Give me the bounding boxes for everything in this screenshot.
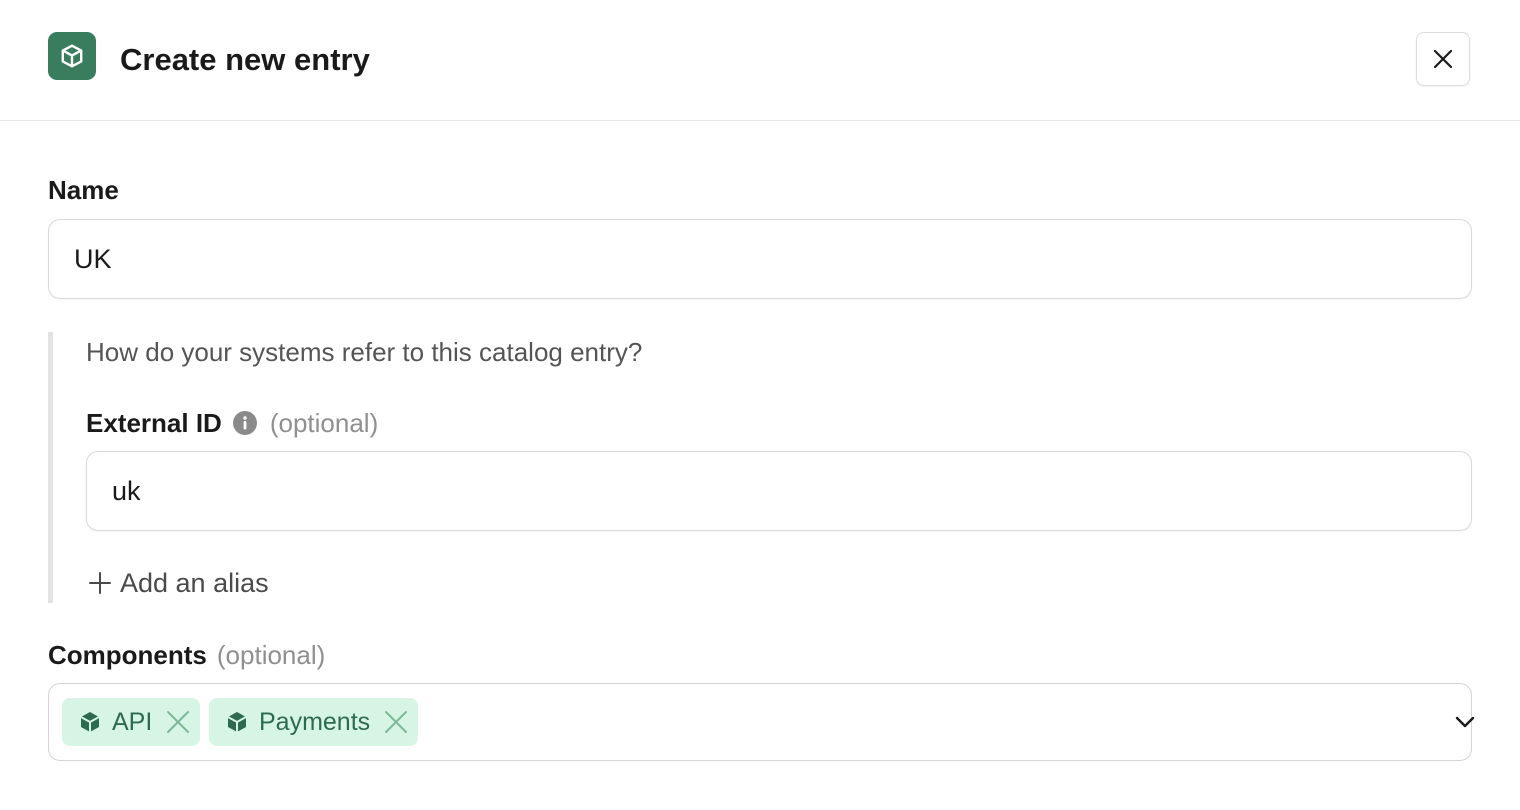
external-id-optional: (optional) bbox=[269, 408, 379, 438]
external-id-value: uk bbox=[112, 475, 141, 506]
name-input-value: UK bbox=[74, 243, 112, 274]
close-button[interactable] bbox=[1416, 32, 1470, 86]
add-alias-button[interactable]: Add an alias bbox=[88, 566, 269, 600]
chip-label: API bbox=[112, 707, 153, 736]
external-id-input[interactable]: uk bbox=[86, 451, 1472, 531]
components-label-row: Components (optional) bbox=[48, 639, 325, 671]
modal-header: Create new entry bbox=[0, 0, 1520, 121]
alias-section-border bbox=[48, 332, 53, 603]
remove-chip-icon[interactable] bbox=[166, 710, 190, 734]
external-id-label-row: External ID (optional) bbox=[86, 407, 378, 439]
component-chip-api: API bbox=[62, 698, 201, 746]
cube-icon bbox=[78, 710, 102, 734]
name-input[interactable]: UK bbox=[48, 219, 1472, 299]
close-icon bbox=[1432, 48, 1454, 70]
components-select[interactable]: API Payments bbox=[48, 683, 1475, 761]
chevron-down-icon[interactable] bbox=[1453, 710, 1477, 734]
create-entry-modal: Create new entry Name UK How do your sys… bbox=[0, 0, 1520, 810]
cube-icon bbox=[225, 710, 249, 734]
cube-icon bbox=[48, 32, 96, 80]
chip-label: Payments bbox=[259, 707, 371, 736]
components-label: Components bbox=[48, 640, 207, 670]
add-alias-label: Add an alias bbox=[120, 568, 269, 598]
info-icon[interactable] bbox=[232, 410, 258, 436]
remove-chip-icon[interactable] bbox=[384, 710, 408, 734]
page-title: Create new entry bbox=[120, 42, 370, 77]
plus-icon bbox=[88, 571, 112, 595]
external-id-label: External ID bbox=[86, 408, 222, 438]
components-optional: (optional) bbox=[216, 640, 326, 670]
name-label: Name bbox=[48, 175, 119, 205]
alias-hint: How do your systems refer to this catalo… bbox=[86, 337, 643, 367]
component-chip-payments: Payments bbox=[209, 698, 419, 746]
